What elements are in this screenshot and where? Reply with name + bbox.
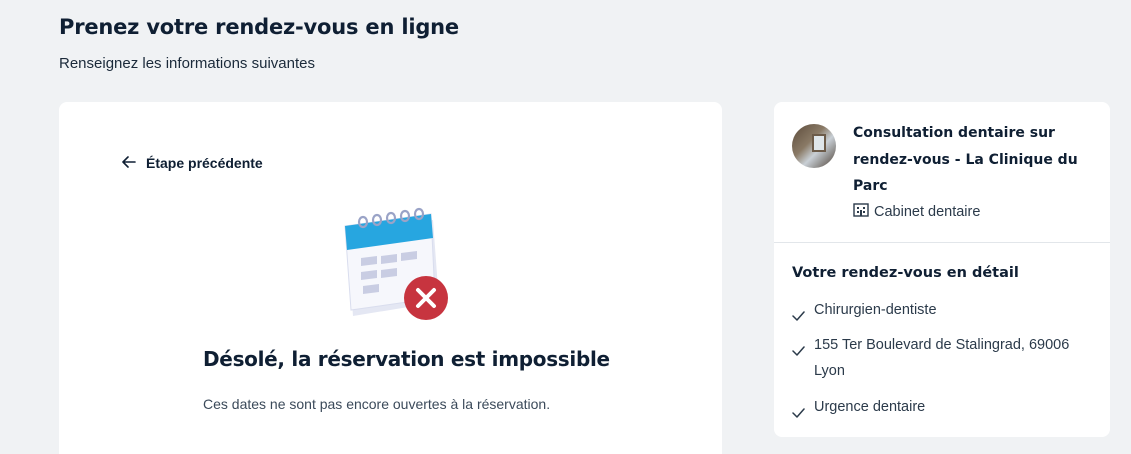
error-x-icon xyxy=(404,276,448,320)
error-title: Désolé, la réservation est impossible xyxy=(203,347,610,371)
detail-text: 155 Ter Boulevard de Stalingrad, 69006 L… xyxy=(814,337,1070,379)
check-icon xyxy=(792,297,806,330)
booking-card: Étape précédente Désolé, la réservation … xyxy=(59,102,722,454)
clinic-type: Cabinet dentaire xyxy=(853,203,980,221)
clinic-avatar xyxy=(792,124,836,168)
check-icon xyxy=(792,332,806,384)
arrow-left-icon xyxy=(122,155,136,171)
back-button[interactable]: Étape précédente xyxy=(122,155,263,171)
calendar-error-illustration xyxy=(339,202,451,324)
page-subtitle: Renseignez les informations suivantes xyxy=(59,55,315,72)
detail-item: Chirurgien-dentiste xyxy=(792,297,1094,330)
check-icon xyxy=(792,394,806,427)
building-icon xyxy=(853,203,869,221)
detail-text: Chirurgien-dentiste xyxy=(814,302,937,318)
back-label: Étape précédente xyxy=(146,155,263,171)
page-title: Prenez votre rendez-vous en ligne xyxy=(59,15,459,39)
detail-item: 155 Ter Boulevard de Stalingrad, 69006 L… xyxy=(792,332,1094,384)
error-message: Ces dates ne sont pas encore ouvertes à … xyxy=(203,396,551,412)
clinic-name: Consultation dentaire sur rendez-vous - … xyxy=(853,125,1078,194)
appointment-summary-card: Consultation dentaire sur rendez-vous - … xyxy=(774,102,1110,437)
detail-item: Urgence dentaire xyxy=(792,394,1094,427)
clinic-type-label: Cabinet dentaire xyxy=(874,204,981,220)
detail-text: Urgence dentaire xyxy=(814,399,926,415)
detail-title: Votre rendez-vous en détail xyxy=(792,265,1019,281)
clinic-header: Consultation dentaire sur rendez-vous - … xyxy=(774,102,1110,243)
